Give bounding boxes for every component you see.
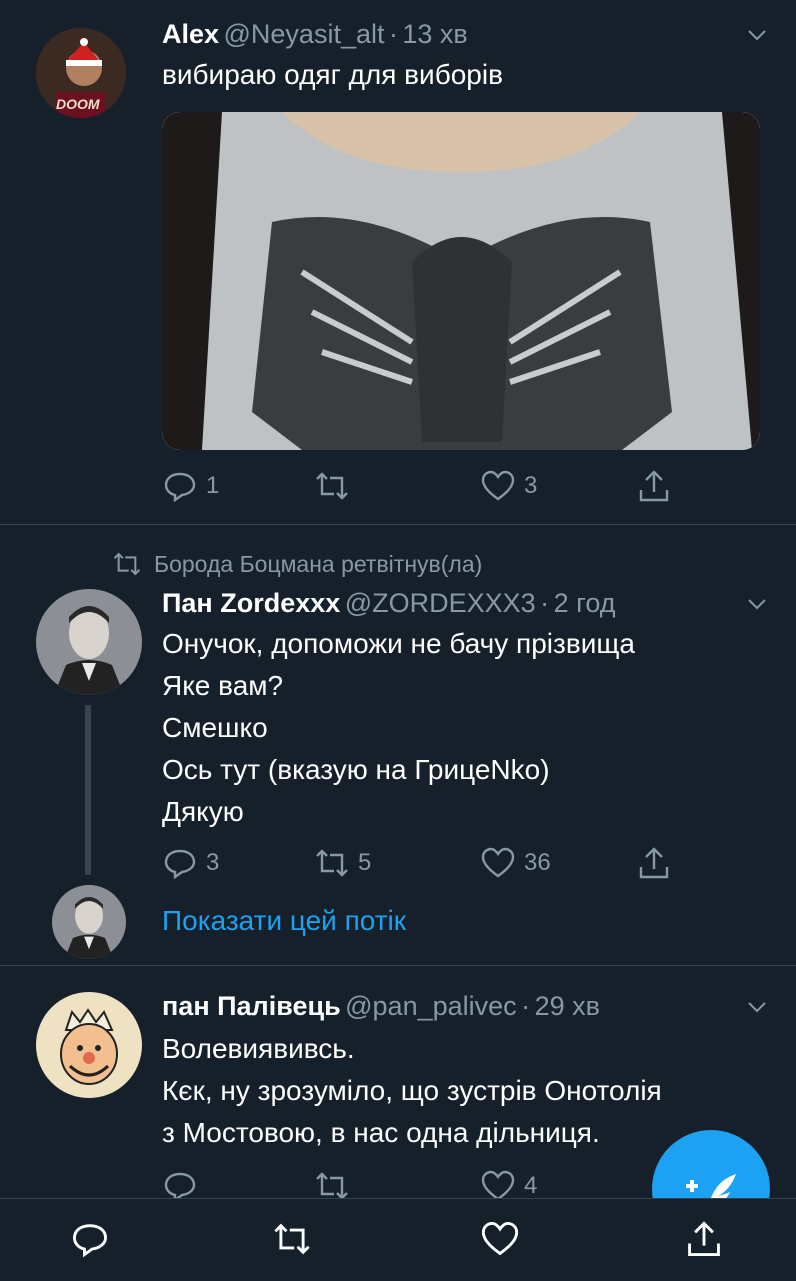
tweet-text-line: з Мостовою, в нас одна дільниця.: [162, 1117, 600, 1148]
avatar-logo-text: DOOM: [56, 96, 100, 112]
like-button[interactable]: [470, 1211, 530, 1267]
display-name[interactable]: Пан Zordexxx: [162, 588, 340, 618]
tweet-text-line: Дякую: [162, 796, 244, 827]
tweet-1[interactable]: DOOM Alex @Neyasit_alt · 13 хв вибираю о…: [0, 0, 796, 524]
separator-dot: ·: [521, 991, 531, 1021]
retweet-icon: [113, 552, 141, 576]
timestamp[interactable]: 2 год: [554, 588, 616, 618]
retweet-context: Борода Боцмана ретвітнув(ла): [112, 549, 482, 579]
retweet-context-text[interactable]: Борода Боцмана ретвітнув(ла): [154, 551, 482, 578]
reply-count: 3: [206, 849, 220, 876]
share-icon: [639, 847, 669, 879]
timestamp[interactable]: 29 хв: [535, 991, 600, 1021]
tweet-header: Alex @Neyasit_alt · 13 хв: [162, 18, 468, 55]
tweet-header: Пан Zordexxx @ZORDEXXX3 · 2 год: [162, 587, 616, 624]
reply-button[interactable]: [60, 1211, 120, 1267]
tweet-text-line: Кєк, ну зрозуміло, що зустрів Онотолія: [162, 1075, 662, 1106]
thread-avatar[interactable]: [52, 885, 126, 959]
username[interactable]: @ZORDEXXX3: [345, 588, 536, 618]
tweet-text-line: Волевиявивсь.: [162, 1033, 355, 1064]
tweet-header: пан Палівець @pan_palivec · 29 хв: [162, 990, 600, 1027]
share-button[interactable]: [636, 843, 672, 883]
chevron-down-icon[interactable]: [746, 24, 768, 46]
chevron-down-icon[interactable]: [746, 996, 768, 1018]
like-count: 36: [524, 849, 551, 876]
share-button[interactable]: [636, 466, 672, 506]
reply-icon: [72, 1224, 108, 1258]
like-icon: [481, 847, 515, 878]
thread-line: [85, 705, 91, 875]
retweet-button[interactable]: [262, 1211, 322, 1267]
separator-dot: ·: [388, 19, 398, 49]
tweet-text: вибираю одяг для виборів: [162, 59, 503, 90]
tweet-text-line: Онучок, допоможи не бачу прізвища: [162, 628, 635, 659]
reply-count: 1: [206, 472, 220, 499]
tweet-media[interactable]: [162, 112, 760, 450]
retweet-icon: [316, 472, 348, 500]
like-icon: [481, 470, 515, 501]
username[interactable]: @Neyasit_alt: [224, 19, 385, 49]
share-icon: [688, 1221, 720, 1256]
avatar[interactable]: [36, 589, 142, 695]
like-button[interactable]: 3: [480, 466, 537, 506]
retweet-button[interactable]: [314, 466, 358, 506]
separator-dot: ·: [540, 588, 550, 618]
username[interactable]: @pan_palivec: [345, 991, 517, 1021]
avatar[interactable]: [36, 992, 142, 1098]
tweet-text-line: Яке вам?: [162, 670, 284, 701]
tweet-text-line: Ось тут (вказую на ГрицеNko): [162, 754, 550, 785]
reply-icon: [164, 849, 196, 880]
avatar[interactable]: DOOM: [36, 28, 126, 118]
like-count: 4: [524, 1172, 538, 1199]
tweet-2[interactable]: Борода Боцмана ретвітнув(ла) Пан Zordexx…: [0, 525, 796, 965]
retweet-button[interactable]: 5: [314, 843, 371, 883]
timestamp[interactable]: 13 хв: [402, 19, 467, 49]
retweet-icon: [316, 849, 348, 877]
reply-button[interactable]: 1: [162, 466, 219, 506]
chevron-down-icon[interactable]: [746, 593, 768, 615]
share-button[interactable]: [674, 1211, 734, 1267]
show-thread-link[interactable]: Показати цей потік: [162, 903, 406, 939]
reply-button[interactable]: 3: [162, 843, 219, 883]
display-name[interactable]: Alex: [162, 19, 219, 49]
like-button[interactable]: 36: [480, 843, 551, 883]
display-name[interactable]: пан Палівець: [162, 991, 341, 1021]
bottom-toolbar: [0, 1198, 796, 1281]
tweet-text-line: Смешко: [162, 712, 268, 743]
retweet-icon: [274, 1223, 310, 1255]
like-count: 3: [524, 472, 538, 499]
retweet-count: 5: [358, 849, 372, 876]
share-icon: [639, 470, 669, 502]
like-icon: [481, 1221, 519, 1256]
reply-icon: [164, 472, 196, 503]
